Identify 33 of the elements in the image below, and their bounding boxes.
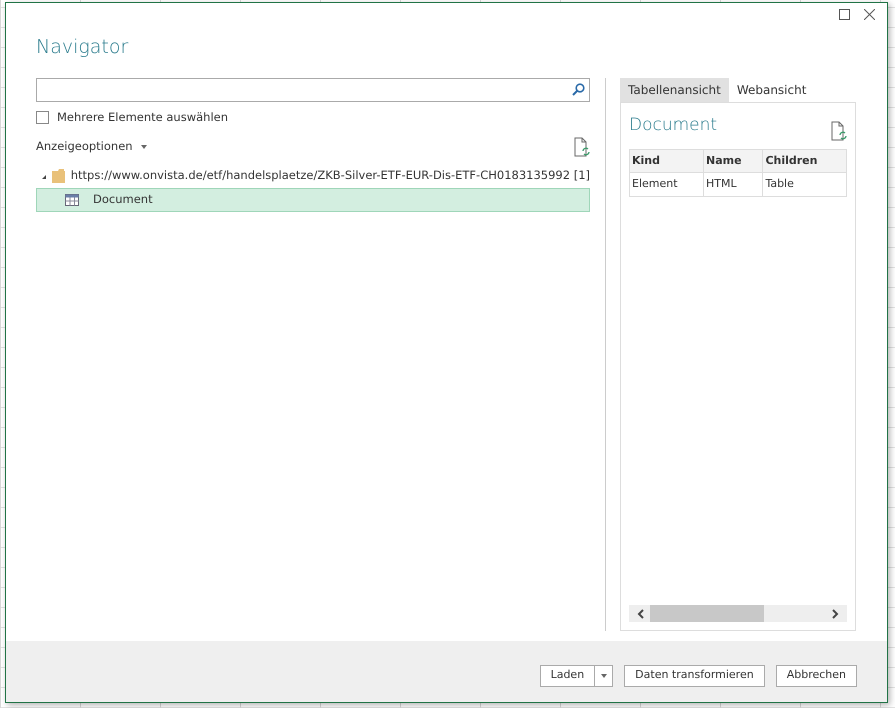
maximize-icon[interactable] [839, 9, 850, 20]
search-icon [572, 83, 585, 96]
dialog-button[interactable]: Abbrechen [776, 664, 857, 686]
display-options-menu[interactable]: Anzeigeoptionen [36, 138, 133, 156]
tab[interactable]: Tabellenansicht [620, 78, 729, 102]
checkbox[interactable] [36, 111, 49, 124]
dropdown-button[interactable] [595, 664, 614, 686]
window-title: Navigator [36, 35, 130, 60]
scroll-left-icon[interactable] [637, 608, 644, 618]
scrollbar-thumb[interactable] [650, 605, 764, 622]
column-header: Children [762, 149, 846, 172]
table-cell: Element [630, 172, 704, 196]
checkbox-label: Mehrere Elemente auswählen [57, 108, 228, 126]
column-header: Name [704, 149, 763, 172]
scroll-right-icon[interactable] [832, 608, 839, 618]
tree-item[interactable]: https://www.onvista.de/etf/handelsplaetze/ZKB-Silver-ETF-EUR-Dis-ETF-CH0183135992 [1] [36, 164, 590, 188]
tree-item[interactable]: Document [36, 188, 590, 212]
caret-icon [600, 674, 607, 678]
caret-icon[interactable] [140, 144, 147, 148]
refresh-document-icon[interactable] [831, 120, 847, 140]
search-field[interactable] [36, 78, 590, 102]
expanded-icon[interactable] [42, 172, 46, 178]
close-icon[interactable] [864, 9, 875, 20]
folder-icon [52, 168, 65, 182]
table-cell: HTML [704, 172, 763, 196]
refresh-document-icon[interactable] [574, 136, 590, 156]
horizontal-scrollbar[interactable] [629, 605, 847, 622]
load-button[interactable]: Laden [540, 664, 596, 686]
table-icon [65, 194, 79, 206]
dialog-button[interactable]: Daten transformieren [624, 664, 765, 686]
table-cell: Table [762, 172, 846, 196]
preview-title: Document [629, 114, 718, 136]
column-header: Kind [630, 149, 704, 172]
